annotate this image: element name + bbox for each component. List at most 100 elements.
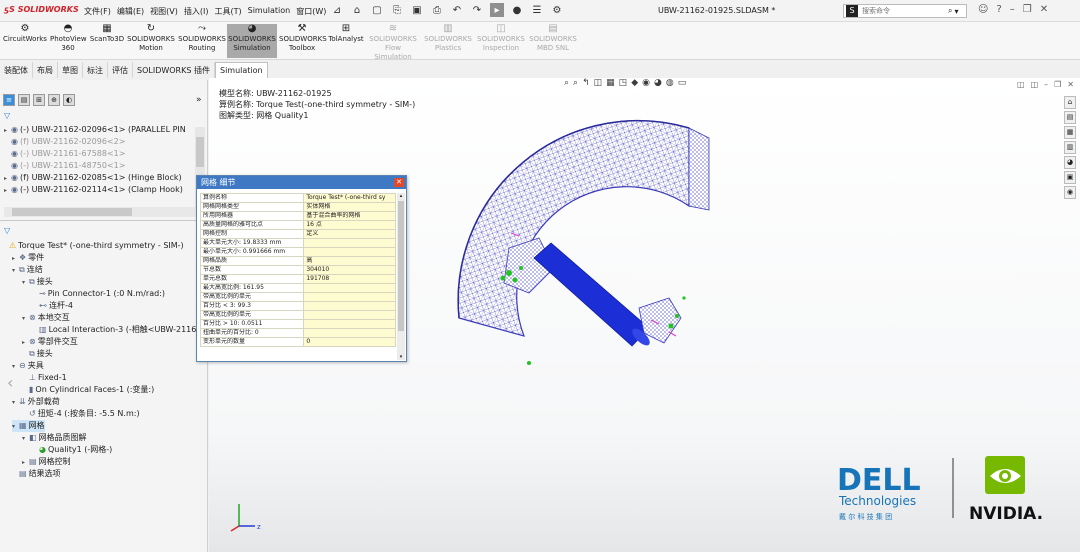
ribbon-button-8[interactable]: ≋ SOLIDWORKS Flow Simulation xyxy=(366,24,420,62)
select-icon[interactable]: ▸ xyxy=(490,3,504,17)
tree-item[interactable]: ◉ (-) UBW-21161-48750<1> xyxy=(4,160,125,172)
apply-scene-icon[interactable]: ◍ xyxy=(666,78,674,88)
command-tab-4[interactable]: 评估 xyxy=(108,62,133,78)
menu-item-2[interactable]: 视图(V) xyxy=(150,6,178,17)
command-tab-5[interactable]: SOLIDWORKS 插件 xyxy=(133,62,215,78)
ribbon-button-0[interactable]: ⚙ CircuitWorks xyxy=(2,24,48,58)
tree-item[interactable]: ▾ ▦ 网格 xyxy=(12,420,45,432)
menu-item-4[interactable]: 工具(T) xyxy=(214,6,241,17)
previous-view-icon[interactable]: ↰ xyxy=(582,78,590,88)
tree-item[interactable]: ◉ (-) UBW-21161-67588<1> xyxy=(4,148,125,160)
cascade-icon[interactable]: ◫ xyxy=(1031,80,1039,89)
zoom-area-icon[interactable]: ⌕ xyxy=(573,78,578,88)
file-explorer-icon[interactable]: ▦ xyxy=(1064,126,1076,139)
close-icon[interactable]: ✕ xyxy=(1040,4,1048,15)
tree-item[interactable]: ⧉ 接头 xyxy=(22,348,53,360)
chevron-down-icon[interactable]: ▾ xyxy=(954,7,958,16)
tree-item[interactable]: ↺ 扭矩-4 (:按条目: -5.5 N.m:) xyxy=(22,408,140,420)
ribbon-button-4[interactable]: ⤳ SOLIDWORKS Routing xyxy=(178,24,226,58)
tree-item[interactable]: ▾ ⊖ 夹具 xyxy=(12,360,44,372)
viewport-close-icon[interactable]: ✕ xyxy=(1067,80,1074,89)
solidworks-forum-icon[interactable]: ◉ xyxy=(1064,186,1076,199)
tree-expander-icon[interactable]: ▾ xyxy=(22,433,29,445)
rebuild-icon[interactable]: ● xyxy=(510,3,524,17)
tree-expander-icon[interactable]: ▾ xyxy=(22,313,29,325)
tree-item[interactable]: ▾ ⊗ 本地交互 xyxy=(22,312,70,324)
solidworks-logo[interactable]: ƽS SOLIDWORKS xyxy=(4,5,79,14)
minimize-icon[interactable]: – xyxy=(1010,4,1015,15)
menu-item-6[interactable]: 窗口(W) xyxy=(296,6,326,17)
viewport-restore-icon[interactable]: ❐ xyxy=(1054,80,1061,89)
ribbon-button-3[interactable]: ↻ SOLIDWORKS Motion xyxy=(126,24,176,58)
restore-icon[interactable]: ❐ xyxy=(1023,4,1032,15)
tree-item[interactable]: ⊸ Pin Connector-1 (:0 N.m/rad:) xyxy=(32,288,165,300)
tree-item[interactable]: ◕ Quality1 (-网格-) xyxy=(32,444,112,456)
ribbon-button-6[interactable]: ⚒ SOLIDWORKS Toolbox xyxy=(279,24,327,58)
menu-item-1[interactable]: 编辑(E) xyxy=(117,6,144,17)
edit-appearance-icon[interactable]: ◕ xyxy=(654,78,662,88)
mesh-details-scrollbar[interactable]: ▴ ▾ xyxy=(397,193,405,360)
menu-item-5[interactable]: Simulation xyxy=(248,6,291,17)
tree-item[interactable]: ▸ ◉ (-) UBW-21162-02096<1> (PARALLEL PIN xyxy=(4,124,186,136)
redo-icon[interactable]: ↷ xyxy=(470,3,484,17)
tree-item[interactable]: ⊷ 连杆-4 xyxy=(32,300,73,312)
file-properties-icon[interactable]: ☰ xyxy=(530,3,544,17)
tree-item[interactable]: ▾ ⧉ 接头 xyxy=(22,276,53,288)
new-document-icon[interactable]: ▢ xyxy=(370,3,384,17)
tree-expander-icon[interactable]: ▾ xyxy=(22,277,29,289)
user-icon[interactable]: ☺ xyxy=(978,4,988,15)
ribbon-button-10[interactable]: ◫ SOLIDWORKS Inspection xyxy=(476,24,526,58)
tree-expander-icon[interactable]: ▾ xyxy=(12,421,19,433)
appearances-icon[interactable]: ◕ xyxy=(1064,156,1076,169)
pin-icon[interactable]: ⊿ xyxy=(330,3,344,17)
design-library-icon[interactable]: ▤ xyxy=(1064,111,1076,124)
simulation-filter-icon[interactable]: ▽ xyxy=(4,226,10,235)
undo-icon[interactable]: ↶ xyxy=(450,3,464,17)
tree-item[interactable]: ▸ ▤ 网格控制 xyxy=(22,456,71,468)
command-tab-2[interactable]: 草图 xyxy=(58,62,83,78)
configuration-tab-icon[interactable]: ⊞ xyxy=(33,94,45,106)
tree-item[interactable]: ▾ ◧ 网格品质图解 xyxy=(22,432,87,444)
panel-expand-icon[interactable]: » xyxy=(196,95,202,105)
tree-item[interactable]: ▸ ◉ (f) UBW-21162-02085<1> (Hinge Block) xyxy=(4,172,182,184)
tree-item[interactable]: ▸ ❖ 零件 xyxy=(12,252,44,264)
tree-item[interactable]: ▸ ◉ (-) UBW-21162-02114<1> (Clamp Hook) xyxy=(4,184,183,196)
tree-item[interactable]: ▾ ⧉ 连结 xyxy=(12,264,43,276)
display-manager-tab-icon[interactable]: ◐ xyxy=(63,94,75,106)
view-palette-icon[interactable]: ▥ xyxy=(1064,141,1076,154)
viewport-minimize-icon[interactable]: – xyxy=(1044,80,1048,89)
tree-item[interactable]: ▤ 结果选项 xyxy=(12,468,61,480)
ribbon-button-7[interactable]: ⊞ TolAnalyst xyxy=(327,24,365,58)
command-tab-0[interactable]: 装配体 xyxy=(0,62,33,78)
mesh-details-title[interactable]: 网格 细节 xyxy=(197,176,406,189)
dynamic-annotation-icon[interactable]: ▦ xyxy=(606,78,615,88)
scroll-up-icon[interactable]: ▴ xyxy=(397,193,405,199)
search-box[interactable]: S ⌕ ▾ xyxy=(843,4,967,18)
menu-item-0[interactable]: 文件(F) xyxy=(84,6,111,17)
mesh-details-close-icon[interactable]: ✕ xyxy=(394,178,404,187)
ribbon-button-5[interactable]: ◕ SOLIDWORKS Simulation xyxy=(227,24,277,58)
filter-icon[interactable]: ▽ xyxy=(4,111,10,120)
tree-item[interactable]: ⊥ Fixed-1 xyxy=(22,372,67,384)
solidworks-resources-icon[interactable]: ⌂ xyxy=(1064,96,1076,109)
custom-properties-icon[interactable]: ▣ xyxy=(1064,171,1076,184)
tree-expander-icon[interactable]: ▾ xyxy=(12,397,19,409)
ribbon-button-2[interactable]: ▦ ScanTo3D xyxy=(88,24,126,58)
tree-item[interactable]: ▾ ⇊ 外部载荷 xyxy=(12,396,60,408)
help-icon[interactable]: ? xyxy=(996,4,1001,15)
zoom-to-fit-icon[interactable]: ⌕ xyxy=(564,78,569,88)
print-icon[interactable]: ⎙ xyxy=(430,3,444,17)
menu-item-3[interactable]: 插入(I) xyxy=(184,6,209,17)
tree-expander-icon[interactable]: ▾ xyxy=(12,361,19,373)
tree-expander-icon[interactable]: ▾ xyxy=(12,265,19,277)
search-input[interactable] xyxy=(862,7,946,15)
command-tab-3[interactable]: 标注 xyxy=(83,62,108,78)
ribbon-button-1[interactable]: ◓ PhotoView 360 xyxy=(50,24,87,58)
command-tab-1[interactable]: 布局 xyxy=(33,62,58,78)
home-icon[interactable]: ⌂ xyxy=(350,3,364,17)
save-icon[interactable]: ▣ xyxy=(410,3,424,17)
command-tab-6[interactable]: Simulation xyxy=(214,62,268,78)
mesh-model[interactable] xyxy=(419,118,719,398)
tree-item[interactable]: ▮ On Cylindrical Faces-1 (:变量:) xyxy=(22,384,154,396)
tile-icon[interactable]: ◫ xyxy=(1017,80,1025,89)
